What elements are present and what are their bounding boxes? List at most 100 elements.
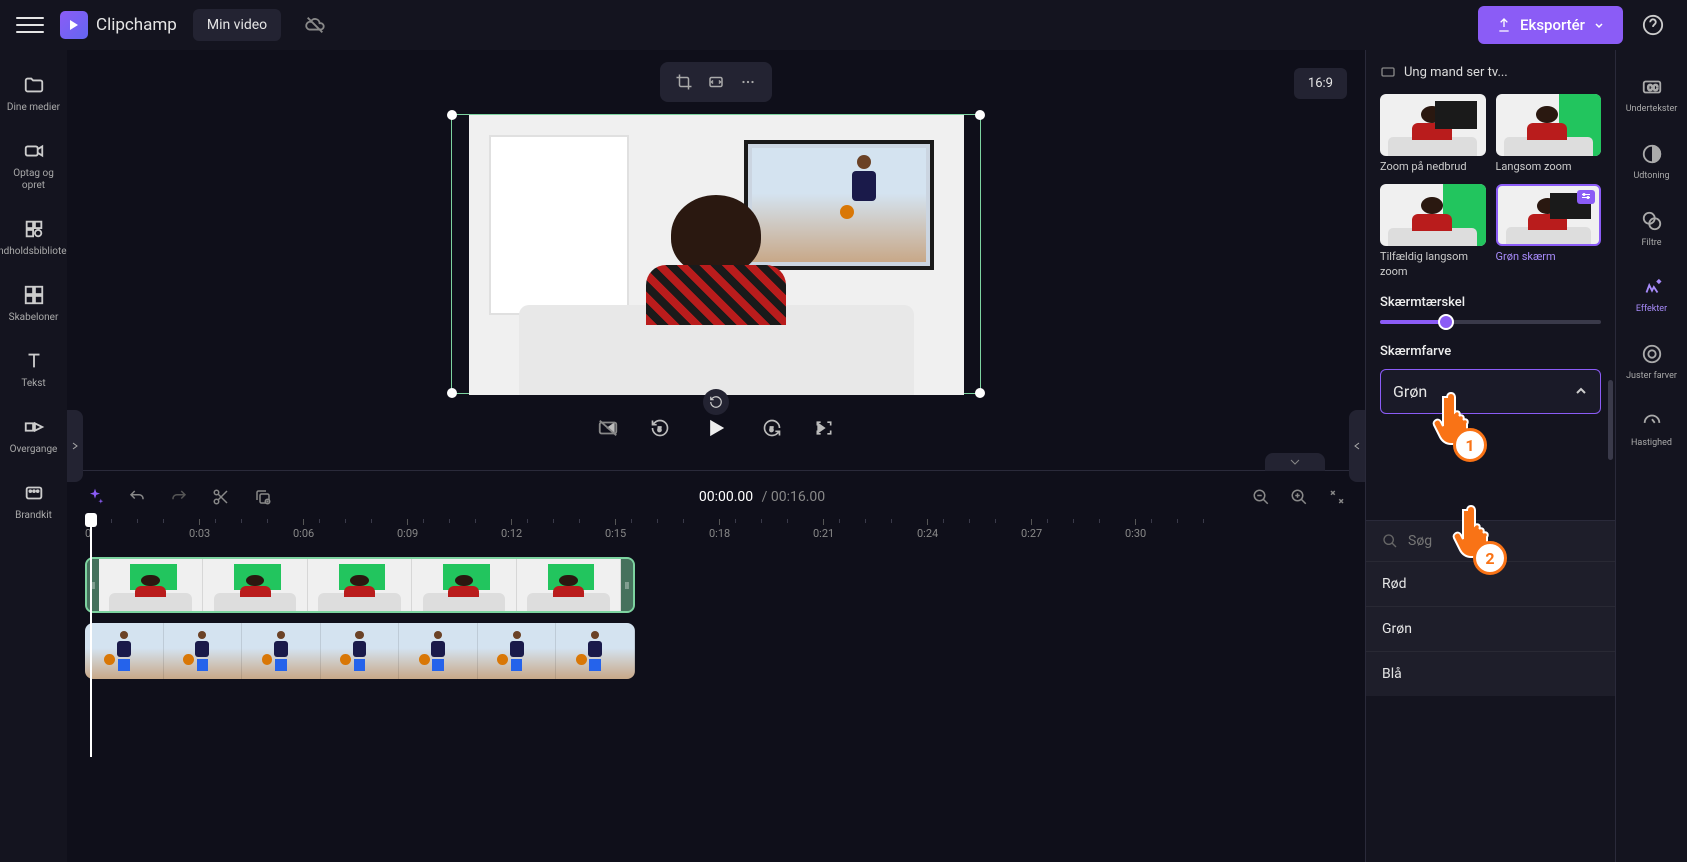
redo-button[interactable] <box>167 485 191 509</box>
undo-button[interactable] <box>125 485 149 509</box>
templates-icon <box>21 282 47 308</box>
zoom-fit-button[interactable] <box>1325 485 1349 509</box>
playback-controls: 5 5 <box>536 394 896 462</box>
effects-icon <box>1639 274 1665 300</box>
settings-badge-icon <box>1577 190 1595 204</box>
copy-button[interactable] <box>251 485 275 509</box>
brandkit-icon <box>21 480 47 506</box>
resize-handle-bl[interactable] <box>447 388 457 398</box>
effect-random-slow-zoom[interactable]: Tilfældig langsom zoom <box>1380 184 1486 279</box>
timeline-area: 00:00.00 / 00:16.00 00:030:060:090:120:1… <box>67 470 1365 862</box>
topbar: Clipchamp Min video Eksportér <box>0 0 1687 50</box>
panel-header: Ung mand ser tv... <box>1380 64 1601 80</box>
svg-text:CC: CC <box>1647 84 1658 94</box>
sidebar-item-your-media[interactable]: Dine medier <box>3 64 65 122</box>
effect-green-screen[interactable]: Grøn skærm <box>1496 184 1602 279</box>
clipchamp-logo-icon <box>60 11 88 39</box>
project-name-input[interactable]: Min video <box>193 9 281 41</box>
track-clip-greenscreen[interactable]: || || <box>85 557 635 613</box>
sidebar-item-record-create[interactable]: Optag og opret <box>3 130 65 200</box>
effects-grid: Zoom på nedbrud Langsom zoom Tilfældig l… <box>1380 94 1601 279</box>
hide-preview-button[interactable] <box>596 416 620 440</box>
time-display: 00:00.00 / 00:16.00 <box>699 489 825 505</box>
color-option-green[interactable]: Grøn <box>1366 606 1615 651</box>
resize-handle-br[interactable] <box>975 388 985 398</box>
transitions-icon <box>21 414 47 440</box>
sidebar-item-text[interactable]: Tekst <box>3 340 65 398</box>
clip-trim-handle-right[interactable]: || <box>621 559 633 611</box>
expand-right-panel-button[interactable] <box>1349 410 1365 482</box>
track-clip-basketball[interactable] <box>85 623 635 679</box>
clip-icon <box>1380 64 1396 80</box>
sidebar-item-templates[interactable]: Skabeloner <box>3 274 65 332</box>
sidebar-item-brandkit[interactable]: Brandkit <box>3 472 65 530</box>
color-search-input[interactable] <box>1408 533 1615 549</box>
screen-color-label: Skærmfarve <box>1380 344 1601 359</box>
speed-icon <box>1639 408 1665 434</box>
fade-icon <box>1639 141 1665 167</box>
zoom-out-button[interactable] <box>1249 485 1273 509</box>
threshold-label: Skærmtærskel <box>1380 295 1601 310</box>
forward-5s-button[interactable]: 5 <box>760 416 784 440</box>
timeline-ruler[interactable]: 00:030:060:090:120:150:180:210:240:270:3… <box>67 519 1365 547</box>
main-layout: Dine medier Optag og opret Indholdsbibli… <box>0 50 1687 862</box>
color-option-blue[interactable]: Blå <box>1366 651 1615 696</box>
video-frame <box>469 115 964 395</box>
folder-icon <box>21 72 47 98</box>
split-button[interactable] <box>209 485 233 509</box>
effect-crash-zoom[interactable]: Zoom på nedbrud <box>1380 94 1486 174</box>
expand-left-panel-button[interactable] <box>67 410 83 482</box>
fit-button[interactable] <box>704 70 728 94</box>
preview-toolbar <box>660 62 772 102</box>
chevron-up-icon <box>1574 384 1588 398</box>
camera-icon <box>21 138 47 164</box>
zoom-in-button[interactable] <box>1287 485 1311 509</box>
playhead[interactable] <box>85 513 97 527</box>
more-options-button[interactable] <box>736 70 760 94</box>
preview-canvas[interactable] <box>451 114 981 394</box>
fullscreen-button[interactable] <box>812 416 836 440</box>
collapse-preview-button[interactable] <box>1265 453 1325 471</box>
left-sidebar: Dine medier Optag og opret Indholdsbibli… <box>0 50 67 862</box>
adjust-colors-icon <box>1639 341 1665 367</box>
crop-button[interactable] <box>672 70 696 94</box>
play-button[interactable] <box>700 412 732 444</box>
threshold-slider[interactable] <box>1380 320 1601 324</box>
search-icon <box>1382 533 1398 549</box>
resize-handle-tr[interactable] <box>975 110 985 120</box>
sidebar-item-transitions[interactable]: Overgange <box>3 406 65 464</box>
clip-title: Ung mand ser tv... <box>1404 65 1508 80</box>
rsb-fade[interactable]: Udtoning <box>1618 131 1686 192</box>
screen-color-dropdown[interactable]: Grøn <box>1380 369 1601 414</box>
color-option-red[interactable]: Rød <box>1366 561 1615 606</box>
rsb-effects[interactable]: Effekter <box>1618 264 1686 325</box>
rsb-adjust-colors[interactable]: Juster farver <box>1618 331 1686 392</box>
sidebar-item-content-library[interactable]: Indholdsbibliotek <box>3 208 65 266</box>
export-button[interactable]: Eksportér <box>1478 6 1623 44</box>
threshold-slider-thumb[interactable] <box>1438 314 1454 330</box>
color-dropdown-menu: Rød Grøn Blå <box>1366 520 1615 696</box>
rewind-5s-button[interactable]: 5 <box>648 416 672 440</box>
app-logo: Clipchamp <box>60 11 177 39</box>
resize-handle-tl[interactable] <box>447 110 457 120</box>
preview-area: 16:9 <box>67 50 1365 470</box>
clip-trim-handle-left[interactable]: || <box>87 559 99 611</box>
effect-slow-zoom[interactable]: Langsom zoom <box>1496 94 1602 174</box>
aspect-ratio-selector[interactable]: 16:9 <box>1294 68 1347 99</box>
timeline-toolbar: 00:00.00 / 00:16.00 <box>67 479 1365 519</box>
rsb-filters[interactable]: Filtre <box>1618 198 1686 259</box>
menu-button[interactable] <box>16 11 44 39</box>
app-name: Clipchamp <box>96 15 177 35</box>
library-icon <box>21 216 47 242</box>
rsb-subtitles[interactable]: CC Undertekster <box>1618 64 1686 125</box>
panel-scrollbar[interactable] <box>1608 380 1613 460</box>
svg-text:5: 5 <box>770 425 774 433</box>
color-search[interactable] <box>1366 521 1615 561</box>
ai-sparkle-button[interactable] <box>83 485 107 509</box>
filters-icon <box>1639 208 1665 234</box>
help-button[interactable] <box>1635 7 1671 43</box>
rsb-speed[interactable]: Hastighed <box>1618 398 1686 459</box>
center-area: 16:9 <box>67 50 1365 862</box>
effects-panel: Ung mand ser tv... Zoom på nedbrud Langs… <box>1365 50 1615 862</box>
text-icon <box>21 348 47 374</box>
